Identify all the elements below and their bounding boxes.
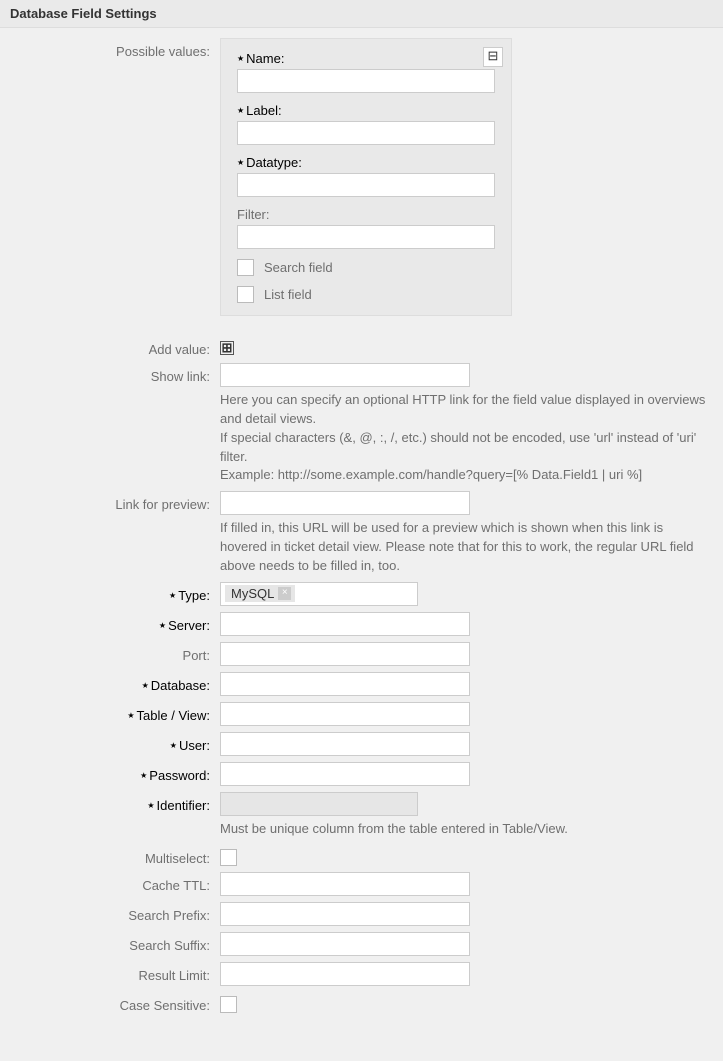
possible-values-box: ⊟ ★Name: ★Label: ★Datatype: Filter: <box>220 38 512 316</box>
required-star-icon: ★ <box>237 158 244 167</box>
pv-name-input[interactable] <box>237 69 495 93</box>
search-suffix-label: Search Suffix: <box>10 932 220 953</box>
server-label: Server: <box>168 618 210 633</box>
required-star-icon: ★ <box>142 681 149 690</box>
server-input[interactable] <box>220 612 470 636</box>
list-field-label: List field <box>264 287 312 302</box>
user-label: User: <box>179 738 210 753</box>
link-preview-input[interactable] <box>220 491 470 515</box>
pv-filter-input[interactable] <box>237 225 495 249</box>
result-limit-input[interactable] <box>220 962 470 986</box>
required-star-icon: ★ <box>127 711 134 720</box>
add-value-label: Add value: <box>10 336 220 357</box>
user-input[interactable] <box>220 732 470 756</box>
database-input[interactable] <box>220 672 470 696</box>
case-sensitive-label: Case Sensitive: <box>10 992 220 1013</box>
pv-filter-label: Filter: <box>237 207 495 222</box>
type-label: Type: <box>178 588 210 603</box>
search-suffix-input[interactable] <box>220 932 470 956</box>
show-link-label: Show link: <box>10 363 220 384</box>
result-limit-label: Result Limit: <box>10 962 220 983</box>
list-field-checkbox[interactable] <box>237 286 254 303</box>
show-link-input[interactable] <box>220 363 470 387</box>
port-input[interactable] <box>220 642 470 666</box>
cache-ttl-input[interactable] <box>220 872 470 896</box>
panel-body: Possible values: ⊟ ★Name: ★Label: ★Datat… <box>0 28 723 1039</box>
identifier-help: Must be unique column from the table ent… <box>220 820 710 839</box>
port-label: Port: <box>10 642 220 663</box>
required-star-icon: ★ <box>140 771 147 780</box>
required-star-icon: ★ <box>237 106 244 115</box>
password-label: Password: <box>149 768 210 783</box>
table-view-label: Table / View: <box>137 708 210 723</box>
type-tag-text: MySQL <box>231 586 274 601</box>
link-preview-label: Link for preview: <box>10 491 220 512</box>
search-field-label: Search field <box>264 260 333 275</box>
possible-values-label: Possible values: <box>10 38 220 59</box>
panel-title: Database Field Settings <box>0 0 723 28</box>
settings-panel: Database Field Settings Possible values:… <box>0 0 723 1039</box>
multiselect-checkbox[interactable] <box>220 849 237 866</box>
pv-datatype-input[interactable] <box>237 173 495 197</box>
collapse-icon[interactable]: ⊟ <box>483 47 503 67</box>
tag-remove-icon[interactable]: × <box>278 587 291 600</box>
identifier-input <box>220 792 418 816</box>
search-prefix-label: Search Prefix: <box>10 902 220 923</box>
required-star-icon: ★ <box>169 591 176 600</box>
database-label: Database: <box>151 678 210 693</box>
search-field-checkbox[interactable] <box>237 259 254 276</box>
required-star-icon: ★ <box>147 801 154 810</box>
pv-label-label: Label: <box>246 103 281 118</box>
pv-label-input[interactable] <box>237 121 495 145</box>
add-value-button[interactable]: ⊞ <box>220 341 234 355</box>
identifier-label: Identifier: <box>157 798 210 813</box>
required-star-icon: ★ <box>237 54 244 63</box>
show-link-help: Here you can specify an optional HTTP li… <box>220 391 710 485</box>
link-preview-help: If filled in, this URL will be used for … <box>220 519 710 576</box>
required-star-icon: ★ <box>159 621 166 630</box>
type-select[interactable]: MySQL × <box>220 582 418 606</box>
pv-datatype-label: Datatype: <box>246 155 302 170</box>
case-sensitive-checkbox[interactable] <box>220 996 237 1013</box>
multiselect-label: Multiselect: <box>10 845 220 866</box>
table-view-input[interactable] <box>220 702 470 726</box>
cache-ttl-label: Cache TTL: <box>10 872 220 893</box>
password-input[interactable] <box>220 762 470 786</box>
type-tag: MySQL × <box>225 585 295 602</box>
required-star-icon: ★ <box>170 741 177 750</box>
search-prefix-input[interactable] <box>220 902 470 926</box>
pv-name-label: Name: <box>246 51 284 66</box>
